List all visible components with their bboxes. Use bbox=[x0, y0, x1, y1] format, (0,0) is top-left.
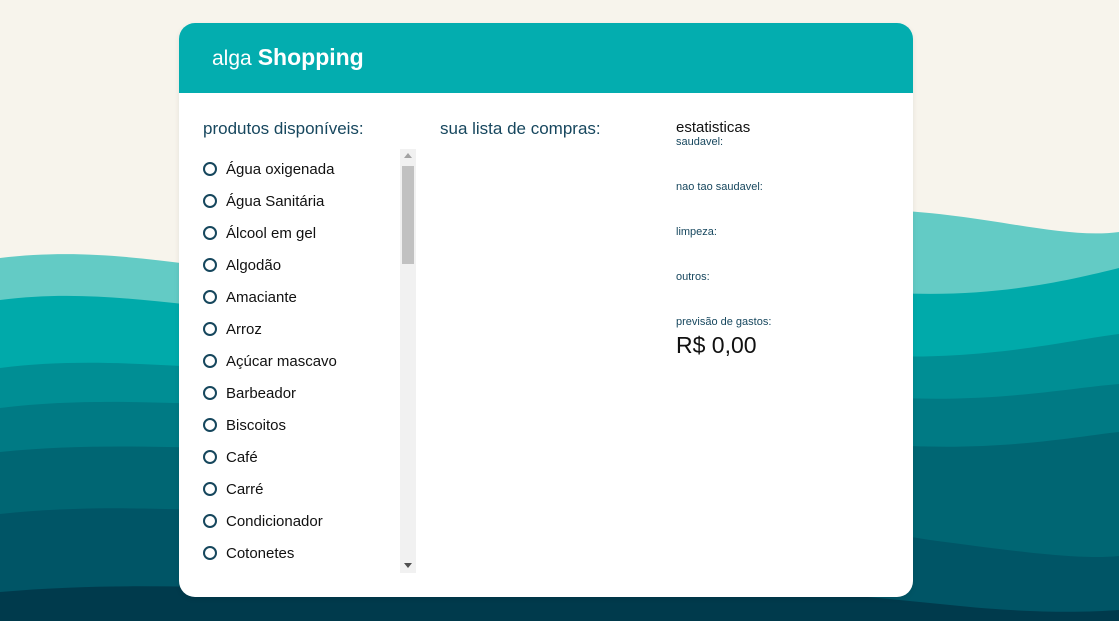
stats-heading: estatisticas bbox=[676, 119, 751, 136]
scroll-thumb[interactable] bbox=[402, 166, 414, 264]
product-item[interactable]: Água oxigenada bbox=[203, 153, 403, 185]
app-header: alga Shopping bbox=[179, 23, 913, 93]
product-item[interactable]: Biscoitos bbox=[203, 409, 403, 441]
radio-unchecked-icon[interactable] bbox=[203, 290, 217, 304]
product-label: Café bbox=[226, 448, 258, 466]
stats-panel: estatisticas saudavel: nao tao saudavel:… bbox=[676, 119, 896, 358]
product-item[interactable]: Carré bbox=[203, 473, 403, 505]
product-label: Biscoitos bbox=[226, 416, 287, 434]
radio-unchecked-icon[interactable] bbox=[203, 418, 217, 432]
scroll-up-arrow-icon[interactable] bbox=[404, 153, 412, 158]
stat-healthy-label: saudavel: bbox=[676, 136, 724, 148]
stat-cleaning-label: limpeza: bbox=[676, 226, 717, 238]
forecast-label: previsão de gastos: bbox=[676, 316, 772, 328]
logo-text-light: alga bbox=[212, 47, 252, 70]
product-item[interactable]: Algodão bbox=[203, 249, 403, 281]
product-label: Arroz bbox=[226, 320, 262, 338]
product-label: Condicionador bbox=[226, 512, 323, 530]
product-item[interactable]: Água Sanitária bbox=[203, 185, 403, 217]
radio-unchecked-icon[interactable] bbox=[203, 354, 217, 368]
product-list: Água oxigenada Água Sanitária Álcool em … bbox=[203, 153, 403, 569]
products-heading: produtos disponíveis: bbox=[203, 119, 364, 138]
product-label: Cotonetes bbox=[226, 544, 295, 562]
radio-unchecked-icon[interactable] bbox=[203, 450, 217, 464]
product-item[interactable]: Cotonetes bbox=[203, 537, 403, 569]
radio-unchecked-icon[interactable] bbox=[203, 322, 217, 336]
product-item[interactable]: Arroz bbox=[203, 313, 403, 345]
product-item[interactable]: Barbeador bbox=[203, 377, 403, 409]
product-label: Álcool em gel bbox=[226, 224, 317, 242]
product-label: Algodão bbox=[226, 256, 282, 274]
radio-unchecked-icon[interactable] bbox=[203, 162, 217, 176]
radio-unchecked-icon[interactable] bbox=[203, 546, 217, 560]
product-list-scrollbar[interactable] bbox=[400, 149, 416, 573]
stat-not-healthy-label: nao tao saudavel: bbox=[676, 181, 763, 193]
radio-unchecked-icon[interactable] bbox=[203, 258, 217, 272]
radio-unchecked-icon[interactable] bbox=[203, 226, 217, 240]
product-label: Barbeador bbox=[226, 384, 297, 402]
product-item[interactable]: Condicionador bbox=[203, 505, 403, 537]
radio-unchecked-icon[interactable] bbox=[203, 482, 217, 496]
product-item[interactable]: Café bbox=[203, 441, 403, 473]
product-label: Açúcar mascavo bbox=[226, 352, 337, 370]
product-label: Água oxigenada bbox=[226, 160, 335, 178]
logo-text-bold: Shopping bbox=[257, 44, 364, 70]
product-item[interactable]: Álcool em gel bbox=[203, 217, 403, 249]
product-item[interactable]: Amaciante bbox=[203, 281, 403, 313]
radio-unchecked-icon[interactable] bbox=[203, 514, 217, 528]
shopping-list-heading: sua lista de compras: bbox=[440, 119, 601, 138]
scroll-down-arrow-icon[interactable] bbox=[404, 563, 412, 568]
product-label: Carré bbox=[226, 480, 264, 498]
product-label: Água Sanitária bbox=[226, 192, 325, 210]
forecast-value: R$ 0,00 bbox=[676, 332, 757, 358]
app-logo: alga Shopping bbox=[212, 44, 364, 71]
radio-unchecked-icon[interactable] bbox=[203, 386, 217, 400]
product-item[interactable]: Açúcar mascavo bbox=[203, 345, 403, 377]
product-label: Amaciante bbox=[226, 288, 297, 306]
stat-others-label: outros: bbox=[676, 271, 710, 283]
radio-unchecked-icon[interactable] bbox=[203, 194, 217, 208]
main-card: alga Shopping produtos disponíveis: sua l… bbox=[179, 23, 913, 597]
